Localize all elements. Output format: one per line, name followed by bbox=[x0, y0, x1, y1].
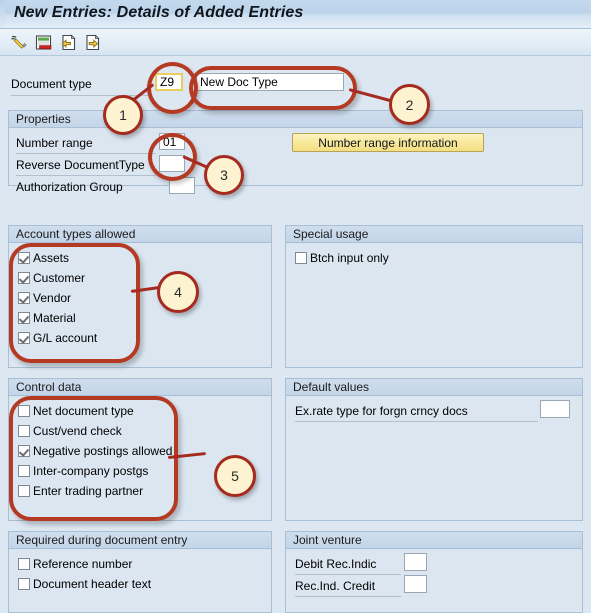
checkbox-vendor[interactable]: Vendor bbox=[18, 290, 71, 306]
check-pencil-icon[interactable] bbox=[9, 33, 28, 52]
checkbox-gl-account[interactable]: G/L account bbox=[18, 330, 97, 346]
checkbox-box-btch-input-only[interactable] bbox=[295, 252, 307, 264]
required-entry-group: Required during document entry Reference… bbox=[8, 531, 272, 613]
default-values-group: Default values Ex.rate type for forgn cr… bbox=[285, 378, 583, 521]
rec-ind-credit-input[interactable] bbox=[404, 575, 427, 593]
save-note-icon[interactable] bbox=[34, 33, 53, 52]
checkbox-box-net-document-type[interactable] bbox=[18, 405, 30, 417]
next-entry-icon[interactable] bbox=[84, 33, 103, 52]
checkbox-box-material[interactable] bbox=[18, 312, 30, 324]
joint-venture-group-title: Joint venture bbox=[293, 533, 362, 547]
properties-group: Properties Number range Reverse Document… bbox=[8, 110, 583, 194]
checkbox-box-inter-company-postgs[interactable] bbox=[18, 465, 30, 477]
number-range-information-button[interactable]: Number range information bbox=[292, 133, 484, 152]
checkbox-label-enter-trading-partner: Enter trading partner bbox=[33, 484, 144, 498]
checkbox-net-document-type[interactable]: Net document type bbox=[18, 403, 134, 419]
special-usage-group-title: Special usage bbox=[293, 227, 369, 241]
checkbox-box-reference-number[interactable] bbox=[18, 558, 30, 570]
application-toolbar bbox=[0, 29, 591, 56]
ex-rate-type-rule bbox=[295, 421, 538, 422]
checkbox-label-inter-company-postgs: Inter-company postgs bbox=[33, 464, 149, 478]
checkbox-label-btch-input-only: Btch input only bbox=[310, 251, 389, 265]
default-values-group-title: Default values bbox=[293, 380, 370, 394]
checkbox-material[interactable]: Material bbox=[18, 310, 76, 326]
rec-ind-credit-rule bbox=[295, 596, 401, 597]
checkbox-inter-company-postgs[interactable]: Inter-company postgs bbox=[18, 463, 148, 479]
previous-entry-icon[interactable] bbox=[59, 33, 78, 52]
special-usage-group-header: Special usage bbox=[286, 226, 582, 243]
document-type-key-input[interactable] bbox=[155, 73, 183, 91]
properties-group-body: Number range Reverse DocumentType Author… bbox=[9, 129, 582, 194]
properties-group-header: Properties bbox=[9, 111, 582, 128]
number-range-label: Number range bbox=[16, 136, 93, 150]
debit-rec-indic-label: Debit Rec.Indic bbox=[295, 557, 377, 571]
joint-venture-group-header: Joint venture bbox=[286, 532, 582, 549]
checkbox-label-net-document-type: Net document type bbox=[33, 404, 134, 418]
number-range-input[interactable] bbox=[159, 133, 185, 150]
checkbox-cust-vend-check[interactable]: Cust/vend check bbox=[18, 423, 122, 439]
joint-venture-group-body: Debit Rec.Indic Rec.Ind. Credit bbox=[286, 550, 582, 612]
account-types-group: Account types allowed Assets Customer Ve… bbox=[8, 225, 272, 368]
authorization-group-input[interactable] bbox=[169, 177, 195, 194]
account-types-group-title: Account types allowed bbox=[16, 227, 136, 241]
special-usage-group: Special usage Btch input only bbox=[285, 225, 583, 368]
document-type-label-rule bbox=[11, 95, 151, 96]
rec-ind-credit-label: Rec.Ind. Credit bbox=[295, 579, 376, 593]
account-types-group-header: Account types allowed bbox=[9, 226, 271, 243]
ex-rate-type-label: Ex.rate type for forgn crncy docs bbox=[295, 404, 468, 418]
checkbox-label-reference-number: Reference number bbox=[33, 557, 133, 571]
control-data-group-title: Control data bbox=[16, 380, 82, 394]
control-data-group-body: Net document type Cust/vend check Negati… bbox=[9, 397, 271, 520]
checkbox-box-negative-postings-allowed[interactable] bbox=[18, 445, 30, 457]
checkbox-label-vendor: Vendor bbox=[33, 291, 72, 305]
required-entry-group-header: Required during document entry bbox=[9, 532, 271, 549]
number-range-rule bbox=[16, 153, 156, 154]
reverse-document-type-rule bbox=[16, 175, 156, 176]
title-bar-edge bbox=[0, 0, 5, 28]
checkbox-customer[interactable]: Customer bbox=[18, 270, 85, 286]
joint-venture-group: Joint venture Debit Rec.Indic Rec.Ind. C… bbox=[285, 531, 583, 613]
checkbox-label-negative-postings-allowed: Negative postings allowed bbox=[33, 444, 173, 458]
checkbox-negative-postings-allowed[interactable]: Negative postings allowed bbox=[18, 443, 172, 459]
document-type-text-input[interactable] bbox=[196, 73, 344, 91]
checkbox-box-enter-trading-partner[interactable] bbox=[18, 485, 30, 497]
checkbox-box-vendor[interactable] bbox=[18, 292, 30, 304]
checkbox-label-customer: Customer bbox=[33, 271, 86, 285]
checkbox-enter-trading-partner[interactable]: Enter trading partner bbox=[18, 483, 143, 499]
control-data-group-header: Control data bbox=[9, 379, 271, 396]
checkbox-label-document-header-text: Document header text bbox=[33, 577, 152, 591]
checkbox-box-customer[interactable] bbox=[18, 272, 30, 284]
required-entry-group-body: Reference number Document header text bbox=[9, 550, 271, 612]
control-data-group: Control data Net document type Cust/vend… bbox=[8, 378, 272, 521]
reverse-document-type-input[interactable] bbox=[159, 155, 185, 172]
reverse-document-type-label: Reverse DocumentType bbox=[16, 158, 145, 172]
page-title: New Entries: Details of Added Entries bbox=[14, 4, 304, 21]
properties-group-title: Properties bbox=[16, 112, 71, 126]
checkbox-label-cust-vend-check: Cust/vend check bbox=[33, 424, 122, 438]
checkbox-box-gl-account[interactable] bbox=[18, 332, 30, 344]
checkbox-label-gl-account: G/L account bbox=[33, 331, 98, 345]
checkbox-label-material: Material bbox=[33, 311, 76, 325]
form-area: Document type Properties Number range Re… bbox=[0, 56, 591, 613]
checkbox-box-document-header-text[interactable] bbox=[18, 578, 30, 590]
account-types-group-body: Assets Customer Vendor Material G/L acco… bbox=[9, 244, 271, 367]
sap-screen: New Entries: Details of Added Entries Do… bbox=[0, 0, 591, 613]
checkbox-document-header-text[interactable]: Document header text bbox=[18, 576, 151, 592]
required-entry-group-title: Required during document entry bbox=[16, 533, 188, 547]
checkbox-reference-number[interactable]: Reference number bbox=[18, 556, 132, 572]
checkbox-assets[interactable]: Assets bbox=[18, 250, 69, 266]
checkbox-box-assets[interactable] bbox=[18, 252, 30, 264]
document-type-label: Document type bbox=[11, 77, 92, 91]
default-values-group-header: Default values bbox=[286, 379, 582, 396]
checkbox-box-cust-vend-check[interactable] bbox=[18, 425, 30, 437]
authorization-group-label: Authorization Group bbox=[16, 180, 123, 194]
default-values-group-body: Ex.rate type for forgn crncy docs bbox=[286, 397, 582, 520]
special-usage-group-body: Btch input only bbox=[286, 244, 582, 367]
debit-rec-indic-input[interactable] bbox=[404, 553, 427, 571]
ex-rate-type-input[interactable] bbox=[540, 400, 570, 418]
debit-rec-indic-rule bbox=[295, 574, 401, 575]
checkbox-label-assets: Assets bbox=[33, 251, 70, 265]
window-title-bar: New Entries: Details of Added Entries bbox=[0, 0, 591, 29]
checkbox-btch-input-only[interactable]: Btch input only bbox=[295, 250, 389, 266]
